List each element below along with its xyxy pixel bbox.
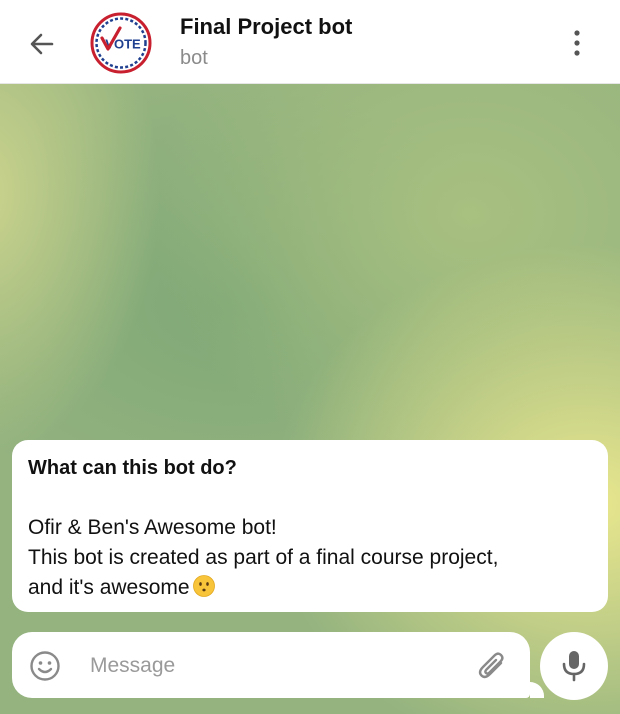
emoji-button[interactable] — [28, 649, 62, 683]
face-without-mouth-emoji — [192, 575, 215, 597]
bot-info-line: and it's awesome — [28, 573, 592, 603]
bot-info-line-text: and it's awesome — [28, 576, 190, 599]
smiley-icon — [30, 651, 60, 681]
more-menu-button[interactable] — [560, 26, 594, 60]
back-button[interactable] — [22, 24, 62, 64]
attach-button[interactable] — [474, 647, 510, 683]
voice-message-button[interactable] — [540, 632, 608, 700]
bot-info-line: This bot is created as part of a final c… — [28, 546, 499, 569]
bot-info-description: Ofir & Ben's Awesome bot! This bot is cr… — [28, 513, 592, 603]
message-input[interactable] — [88, 644, 472, 688]
bot-info-line: Ofir & Ben's Awesome bot! — [28, 516, 277, 539]
chat-subtitle: bot — [180, 47, 208, 69]
arrow-left-icon — [30, 33, 54, 55]
bot-info-heading: What can this bot do? — [28, 457, 237, 479]
chat-background: What can this bot do? Ofir & Ben's Aweso… — [0, 84, 620, 714]
paperclip-icon — [478, 652, 504, 679]
chat-header: VOTE Final Project bot bot — [0, 0, 620, 84]
vote-logo: VOTE — [90, 12, 152, 74]
message-composer — [12, 632, 544, 698]
more-vertical-icon — [574, 30, 580, 56]
bot-info-card: What can this bot do? Ofir & Ben's Aweso… — [12, 440, 608, 612]
avatar[interactable]: VOTE — [90, 12, 152, 74]
chat-title[interactable]: Final Project bot — [180, 14, 352, 40]
microphone-icon — [562, 651, 586, 682]
